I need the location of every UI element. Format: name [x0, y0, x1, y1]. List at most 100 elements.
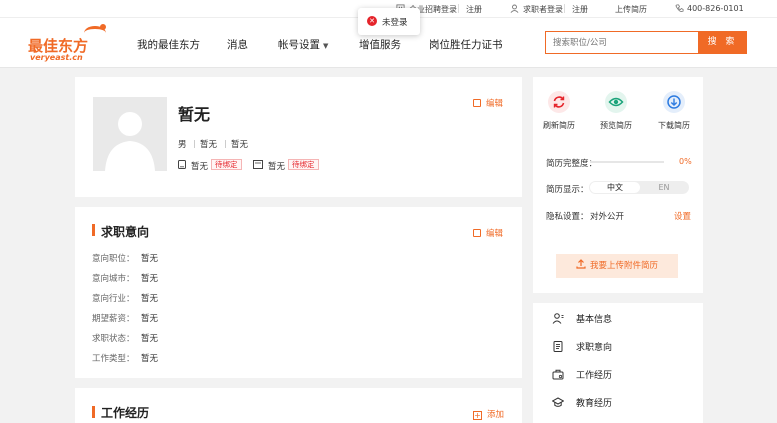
nav-messages[interactable]: 消息: [227, 37, 248, 52]
employer-register-link[interactable]: 注册: [466, 4, 482, 15]
profile-phone: 暂无: [191, 162, 209, 172]
nav-value-added-services[interactable]: 增值服务: [359, 37, 401, 52]
hotline-number: 400-826-0101: [687, 4, 744, 13]
nav-my-veryeast[interactable]: 我的最佳东方: [137, 37, 200, 52]
download-resume-label: 下载简历: [658, 121, 690, 130]
field-label: 求职状态：: [92, 334, 135, 344]
refresh-resume-button[interactable]: 刷新简历: [534, 91, 584, 131]
profile-email: 暂无: [268, 162, 286, 172]
briefcase-icon: [552, 369, 564, 380]
divider: [194, 140, 195, 148]
intention-edit-label: 编辑: [486, 229, 504, 239]
completeness-progress-bar: [590, 161, 664, 163]
job-intention-card: 求职意向 编辑 意向职位： 暂无 意向城市： 暂无 意向行业： 暂无 期望薪资：…: [75, 207, 522, 378]
document-icon: [553, 341, 563, 352]
divider: [458, 4, 459, 13]
field-label: 意向职位：: [92, 254, 135, 264]
display-language-label: 简历显示：: [546, 185, 589, 195]
email-bind-status-tag[interactable]: 待绑定: [288, 159, 319, 170]
privacy-settings-link[interactable]: 设置: [674, 210, 691, 222]
menu-item-education[interactable]: 教育经历: [551, 396, 612, 409]
display-language-toggle[interactable]: 中文 EN: [589, 181, 689, 194]
logo-dot-mark: [100, 24, 106, 30]
intention-edit-button[interactable]: 编辑: [473, 227, 503, 239]
menu-item-basic-info[interactable]: 基本信息: [552, 312, 612, 325]
divider: [564, 4, 565, 13]
menu-item-job-intention[interactable]: 求职意向: [552, 340, 612, 353]
upload-resume-link[interactable]: 上传简历: [615, 4, 647, 15]
toast-text: 未登录: [382, 18, 408, 28]
upload-attachment-resume-button[interactable]: 我要上传附件简历: [556, 254, 678, 278]
field-label: 期望薪资：: [92, 314, 135, 324]
menu-item-label: 基本信息: [576, 315, 613, 325]
phone-icon: [675, 4, 684, 12]
refresh-resume-label: 刷新简历: [543, 121, 575, 130]
profile-edit-button[interactable]: 编辑: [473, 97, 503, 109]
completeness-value: 0%: [679, 157, 692, 166]
job-intention-title: 求职意向: [101, 225, 150, 239]
nav-account-settings[interactable]: 帐号设置 ▼: [278, 37, 328, 52]
divider: [225, 140, 226, 148]
preview-resume-button[interactable]: 预览简历: [591, 91, 641, 131]
logo-domain: veryeast.cn: [30, 53, 83, 62]
graduation-cap-icon: [551, 397, 565, 407]
site-logo[interactable]: 最佳东方 veryeast.cn: [28, 24, 108, 64]
section-accent-bar: [92, 406, 95, 418]
field-value: 暂无: [141, 354, 159, 364]
user-icon: [552, 313, 564, 324]
avatar-placeholder-icon: [105, 112, 155, 171]
field-label: 意向行业：: [92, 294, 135, 304]
lang-option-chinese[interactable]: 中文: [590, 182, 640, 193]
refresh-icon: [548, 91, 570, 113]
not-logged-in-toast: ✕ 未登录: [358, 8, 420, 35]
seeker-login-link[interactable]: 求职者登录: [523, 4, 563, 15]
seeker-register-link[interactable]: 注册: [572, 4, 588, 15]
profile-info-1: 暂无: [200, 140, 218, 150]
nav-account-settings-label: 帐号设置: [278, 39, 320, 51]
work-experience-title: 工作经历: [101, 406, 150, 420]
menu-item-label: 求职意向: [576, 343, 613, 353]
profile-gender: 男: [178, 140, 187, 150]
completeness-label: 简历完整度：: [546, 159, 598, 169]
search-box: [545, 31, 699, 54]
field-value: 暂无: [141, 294, 159, 304]
work-experience-card: 工作经历 + 添加: [75, 388, 522, 423]
profile-info-2: 暂无: [231, 140, 249, 150]
close-circle-icon: ✕: [367, 16, 377, 26]
experience-add-label: 添加: [487, 410, 505, 420]
field-value: 暂无: [141, 274, 159, 284]
phone-icon: [178, 160, 186, 169]
preview-resume-label: 预览简历: [600, 121, 632, 130]
eye-icon: [605, 91, 627, 113]
profile-name: 暂无: [178, 105, 211, 124]
nav-competency-certificate[interactable]: 岗位胜任力证书: [429, 37, 503, 52]
chevron-down-icon: ▼: [323, 42, 329, 50]
field-value: 暂无: [141, 314, 159, 324]
field-label: 工作类型：: [92, 354, 135, 364]
section-accent-bar: [92, 224, 95, 236]
user-icon: [510, 4, 519, 13]
phone-bind-status-tag[interactable]: 待绑定: [211, 159, 242, 170]
privacy-label: 隐私设置：: [546, 212, 589, 222]
avatar[interactable]: [93, 97, 167, 171]
edit-icon: [473, 229, 481, 237]
menu-item-work-experience[interactable]: 工作经历: [552, 368, 612, 381]
lang-option-english[interactable]: EN: [640, 182, 688, 193]
email-icon: [253, 160, 263, 169]
experience-add-button[interactable]: + 添加: [473, 408, 504, 420]
field-value: 暂无: [141, 254, 159, 264]
search-input[interactable]: [546, 32, 698, 53]
privacy-value: 对外公开: [590, 212, 625, 222]
download-icon: [663, 91, 685, 113]
profile-card: 暂无 编辑 男 暂无 暂无 暂无 待绑定 暂无 待绑定: [75, 77, 522, 197]
upload-icon: [576, 259, 586, 269]
search-button[interactable]: 搜 索: [698, 31, 747, 54]
field-label: 意向城市：: [92, 274, 135, 284]
upload-attachment-label: 我要上传附件简历: [589, 261, 658, 271]
edit-icon: [473, 99, 481, 107]
download-resume-button[interactable]: 下载简历: [649, 91, 699, 131]
profile-edit-label: 编辑: [486, 99, 504, 109]
menu-item-label: 工作经历: [576, 371, 613, 381]
field-value: 暂无: [141, 334, 159, 344]
add-icon: +: [473, 411, 482, 420]
